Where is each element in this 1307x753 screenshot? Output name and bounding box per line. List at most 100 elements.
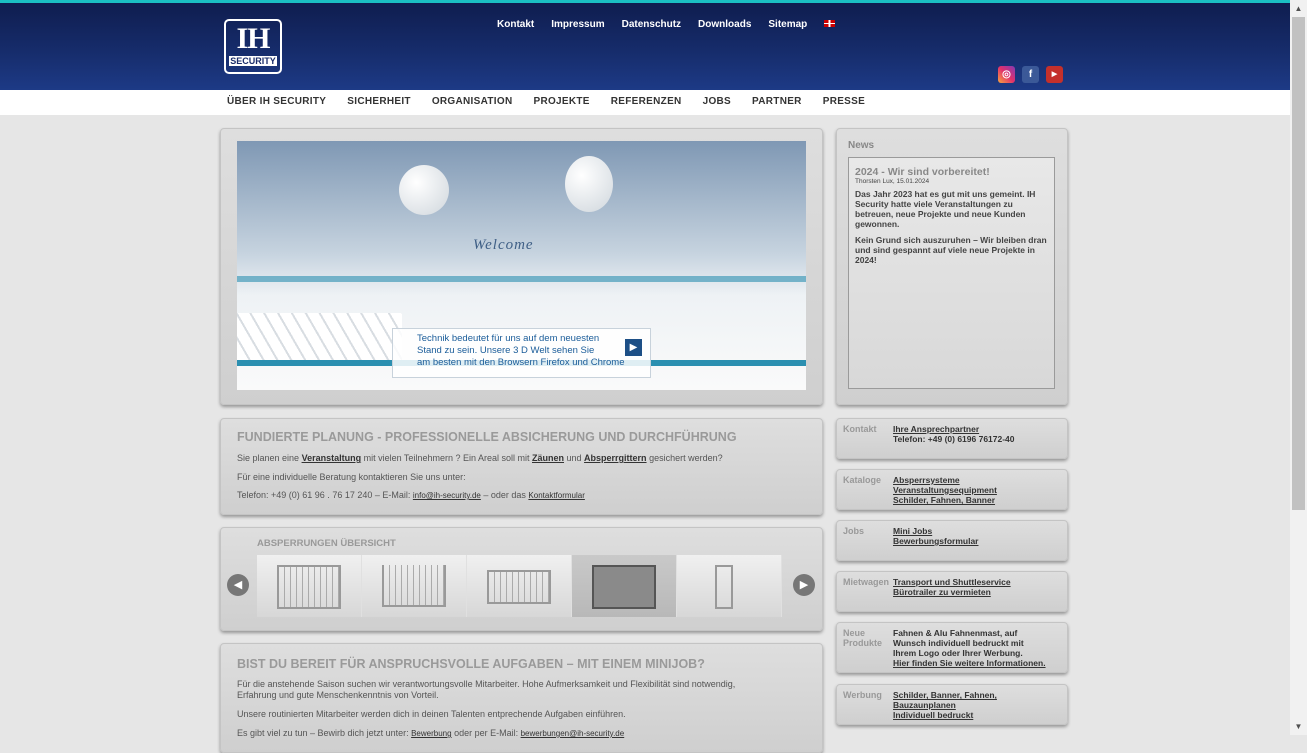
side-jobs-label: Jobs [843, 526, 865, 536]
hero-text-line-2: Stand zu sein. Unsere 3 D Welt sehen Sie [417, 345, 595, 356]
nav-sicherheit[interactable]: SICHERHEIT [347, 96, 411, 107]
news-panel: News 2024 - Wir sind vorbereitet! Thorst… [836, 128, 1068, 405]
topnav-datenschutz[interactable]: Datenschutz [622, 19, 681, 30]
side-kataloge-values: Absperrsysteme Veranstaltungsequipment S… [893, 475, 997, 505]
produkte-label-2: Produkte [843, 638, 883, 648]
topnav-kontakt[interactable]: Kontakt [497, 19, 534, 30]
minijob-heading: BIST DU BEREIT FÜR ANSPRUCHSVOLLE AUFGAB… [237, 657, 705, 671]
side-jobs-values: Mini Jobs Bewerbungsformular [893, 526, 979, 546]
nav-organisation[interactable]: ORGANISATION [432, 96, 513, 107]
hero-stripe [237, 276, 806, 282]
bewerbung-email-link[interactable]: bewerbungen@ih-security.de [521, 729, 625, 738]
scroll-down-icon[interactable]: ▼ [1290, 718, 1307, 735]
katalog-absperrsysteme-link[interactable]: Absperrsysteme [893, 475, 997, 485]
kontakt-telefon: Telefon: +49 (0) 6196 76172-40 [893, 434, 1015, 444]
nav-referenzen[interactable]: REFERENZEN [611, 96, 682, 107]
thumb-hamburger-gitter[interactable] [362, 555, 467, 617]
side-mietwagen-values: Transport und Shuttleservice Bürotrailer… [893, 577, 1011, 597]
minijob-line-3: Unsere routinierten Mitarbeiter werden d… [237, 709, 626, 719]
barrier-thumbnails [257, 555, 782, 617]
hero-info-box[interactable]: Technik bedeutet für uns auf dem neueste… [392, 328, 651, 378]
carousel-prev-button[interactable]: ◀ [227, 574, 249, 596]
topnav-downloads[interactable]: Downloads [698, 19, 751, 30]
fence-image [382, 565, 446, 607]
main-navigation: ÜBER IH SECURITY SICHERHEIT ORGANISATION… [0, 90, 1290, 115]
facebook-icon[interactable]: f [1022, 66, 1039, 83]
news-headline[interactable]: 2024 - Wir sind vorbereitet! [855, 166, 1054, 178]
werbung-schilder-link[interactable]: Schilder, Banner, Fahnen, [893, 690, 997, 700]
side-kontakt-box: Kontakt Ihre Ansprechpartner Telefon: +4… [836, 418, 1068, 459]
link-absperrgittern[interactable]: Absperrgittern [584, 453, 647, 463]
side-mietwagen-box: Mietwagen Transport und Shuttleservice B… [836, 571, 1068, 612]
link-zaeunen[interactable]: Zäunen [532, 453, 564, 463]
werbung-individuell-link[interactable]: Individuell bedruckt [893, 710, 997, 720]
katalog-veranstaltungsequipment-link[interactable]: Veranstaltungsequipment [893, 485, 997, 495]
side-produkte-box: Neue Produkte Fahnen & Alu Fahnenmast, a… [836, 622, 1068, 673]
english-flag-icon[interactable] [824, 20, 836, 27]
absperrungen-panel: ABSPERRUNGEN ÜBERSICHT ◀ ▶ [220, 527, 823, 631]
minijob-line-2: Erfahrung und gute Menschenkenntnis von … [237, 690, 439, 700]
thumb-bauzaun[interactable] [257, 555, 362, 617]
nav-jobs[interactable]: JOBS [703, 96, 731, 107]
social-links: ◎ f ▶ [998, 66, 1063, 83]
hero-text-line-1: Technik bedeutet für uns auf dem neueste… [417, 333, 600, 344]
text-segment: – oder das [480, 490, 529, 500]
side-werbung-label: Werbung [843, 690, 882, 700]
hero-play-button[interactable]: ▶ [625, 339, 642, 356]
news-paragraph-1: Das Jahr 2023 hat es gut mit uns gemeint… [855, 189, 1036, 229]
text-segment: gesichert werden? [646, 453, 723, 463]
ansprechpartner-link[interactable]: Ihre Ansprechpartner [893, 424, 1015, 434]
produkte-info-link[interactable]: Hier finden Sie weitere Informationen. [893, 658, 1046, 668]
produkte-text-3: Ihrem Logo oder Ihrer Werbung. [893, 648, 1023, 658]
scrollbar-thumb[interactable] [1292, 17, 1305, 510]
produkte-text-1: Fahnen & Alu Fahnenmast, auf [893, 628, 1018, 638]
side-mietwagen-label: Mietwagen [843, 577, 890, 587]
fence-image [487, 570, 551, 604]
instagram-icon[interactable]: ◎ [998, 66, 1015, 83]
text-segment: Sie planen eine [237, 453, 302, 463]
bewerbungsformular-link[interactable]: Bewerbungsformular [893, 536, 979, 546]
balloon-ih-image [565, 156, 613, 212]
thumb-kabelbruecke[interactable] [677, 555, 782, 617]
site-header: IH SECURITY Kontakt Impressum Datenschut… [0, 0, 1290, 90]
kontaktformular-link[interactable]: Kontaktformular [528, 491, 584, 500]
thumb-absperrgitter[interactable] [467, 555, 572, 617]
katalog-schilder-link[interactable]: Schilder, Fahnen, Banner [893, 495, 997, 505]
fence-image [277, 565, 341, 609]
vertical-scrollbar[interactable]: ▲ ▼ [1290, 0, 1307, 735]
side-jobs-box: Jobs Mini Jobs Bewerbungsformular [836, 520, 1068, 561]
logo-subtext: SECURITY [229, 56, 277, 66]
side-kataloge-box: Kataloge Absperrsysteme Veranstaltungseq… [836, 469, 1068, 510]
topnav-impressum[interactable]: Impressum [551, 19, 604, 30]
link-veranstaltung[interactable]: Veranstaltung [302, 453, 362, 463]
buerotrailer-link[interactable]: Bürotrailer zu vermieten [893, 587, 1011, 597]
carousel-next-button[interactable]: ▶ [793, 574, 815, 596]
topnav-sitemap[interactable]: Sitemap [768, 19, 807, 30]
transport-link[interactable]: Transport und Shuttleservice [893, 577, 1011, 587]
mini-jobs-link[interactable]: Mini Jobs [893, 526, 979, 536]
werbung-bauzaunplanen-link[interactable]: Bauzaunplanen [893, 700, 997, 710]
text-segment: Telefon: +49 (0) 61 96 . 76 17 240 – E-M… [237, 490, 413, 500]
absperrungen-title: ABSPERRUNGEN ÜBERSICHT [257, 538, 396, 549]
hero-3d-world-image[interactable]: Welcome Technik bedeutet für uns auf dem… [237, 141, 806, 390]
nav-projekte[interactable]: PROJEKTE [533, 96, 589, 107]
email-link[interactable]: info@ih-security.de [413, 491, 481, 500]
minijob-line-1: Für die anstehende Saison suchen wir ver… [237, 679, 736, 689]
nav-partner[interactable]: PARTNER [752, 96, 802, 107]
news-paragraph-2: Kein Grund sich auszuruhen – Wir bleiben… [855, 235, 1047, 265]
thumb-buehnenabsperrung[interactable] [572, 555, 677, 617]
ih-security-logo[interactable]: IH SECURITY [224, 19, 282, 74]
text-segment: und [564, 453, 585, 463]
nav-ueber-ih-security[interactable]: ÜBER IH SECURITY [227, 96, 326, 107]
produkte-text-2: Wunsch individuell bedruckt mit [893, 638, 1024, 648]
fence-image [592, 565, 656, 609]
nav-presse[interactable]: PRESSE [823, 96, 865, 107]
youtube-icon[interactable]: ▶ [1046, 66, 1063, 83]
bewerbung-link[interactable]: Bewerbung [411, 729, 451, 738]
logo-text: IH [236, 22, 270, 55]
planung-line-2: Für eine individuelle Beratung kontaktie… [237, 472, 466, 482]
planung-line-1: Sie planen eine Veranstaltung mit vielen… [237, 453, 723, 463]
side-werbung-box: Werbung Schilder, Banner, Fahnen, Bauzau… [836, 684, 1068, 725]
side-werbung-values: Schilder, Banner, Fahnen, Bauzaunplanen … [893, 690, 997, 720]
scroll-up-icon[interactable]: ▲ [1290, 0, 1307, 17]
